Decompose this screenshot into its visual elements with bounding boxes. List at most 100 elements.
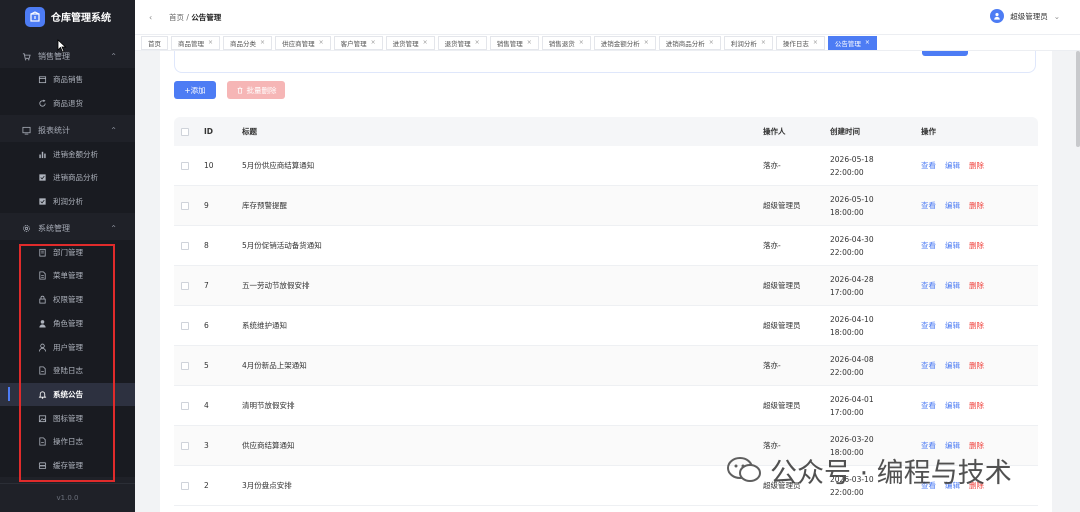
close-icon[interactable]: × <box>865 39 870 46</box>
sidebar-item-label: 部门管理 <box>53 247 83 257</box>
row-checkbox[interactable] <box>181 481 189 490</box>
delete-link[interactable]: 删除 <box>969 360 984 371</box>
tab-products[interactable]: 商品管理 × <box>171 35 221 50</box>
sidebar-item-operation-logs[interactable]: 操作日志 <box>0 429 135 454</box>
cell-title: 系统维护通知 <box>242 321 287 330</box>
row-checkbox[interactable] <box>181 321 189 330</box>
sidebar-item-goods-analysis[interactable]: 进销商品分析 <box>0 166 135 190</box>
close-icon[interactable]: × <box>527 39 532 46</box>
collapse-sidebar-icon[interactable]: ‹ <box>149 13 159 22</box>
view-link[interactable]: 查看 <box>921 400 936 411</box>
app-logo-icon <box>25 6 45 27</box>
close-icon[interactable]: × <box>260 39 265 46</box>
add-button[interactable]: +添加 <box>174 81 216 99</box>
sidebar-item-label: 进销金额分析 <box>53 149 98 159</box>
search-button[interactable] <box>922 51 968 56</box>
row-checkbox[interactable] <box>181 281 189 290</box>
close-icon[interactable]: × <box>371 39 376 46</box>
cell-created-time: 18:00:00 <box>830 327 864 337</box>
close-icon[interactable]: × <box>579 39 584 46</box>
cell-created-date: 2026-05-10 <box>830 194 874 204</box>
sidebar-item-users[interactable]: 用户管理 <box>0 335 135 359</box>
close-icon[interactable]: × <box>423 39 428 46</box>
close-icon[interactable]: × <box>761 39 766 46</box>
sidebar-group-sales[interactable]: 销售管理 ⌃ <box>0 44 135 68</box>
row-checkbox[interactable] <box>181 161 189 170</box>
view-link[interactable]: 查看 <box>921 360 936 371</box>
cell-title: 3月份盘点安排 <box>242 481 292 490</box>
row-checkbox[interactable] <box>181 201 189 210</box>
edit-link[interactable]: 编辑 <box>945 200 960 211</box>
row-checkbox[interactable] <box>181 441 189 450</box>
close-icon[interactable]: × <box>709 39 714 46</box>
tab-announcements[interactable]: 公告管理 × <box>827 35 877 50</box>
sidebar-item-profit-analysis[interactable]: 利润分析 <box>0 189 135 214</box>
sidebar-item-permissions[interactable]: 权限管理 <box>0 287 135 312</box>
delete-link[interactable]: 删除 <box>969 280 984 291</box>
sidebar-item-label: 利润分析 <box>53 197 83 207</box>
building-icon <box>39 248 46 257</box>
tab-purchases[interactable]: 进货管理 × <box>385 35 435 50</box>
delete-link[interactable]: 删除 <box>969 240 984 251</box>
tab-sales[interactable]: 销售管理 × <box>489 35 539 50</box>
sidebar-item-icons[interactable]: 图标管理 <box>0 406 135 430</box>
sidebar-item-login-logs[interactable]: 登陆日志 <box>0 358 135 383</box>
edit-link[interactable]: 编辑 <box>945 160 960 171</box>
view-link[interactable]: 查看 <box>921 200 936 211</box>
edit-link[interactable]: 编辑 <box>945 240 960 251</box>
view-link[interactable]: 查看 <box>921 320 936 331</box>
row-checkbox[interactable] <box>181 401 189 410</box>
tab-sales-returns[interactable]: 销售退货 × <box>541 35 591 50</box>
sidebar-item-cache[interactable]: 缓存管理 <box>0 453 135 478</box>
watermark: 公众号 · 编程与技术 <box>726 450 1056 490</box>
select-all-checkbox[interactable] <box>181 127 189 136</box>
close-icon[interactable]: × <box>813 39 818 46</box>
sidebar-item-announcements[interactable]: 系统公告 <box>0 382 135 407</box>
sidebar-item-product-returns[interactable]: 商品退货 <box>0 91 135 116</box>
sidebar-item-amount-analysis[interactable]: 进销金额分析 <box>0 142 135 167</box>
batch-delete-button[interactable]: 批量删除 <box>227 81 285 99</box>
top-header: ‹ 首页 / 公告管理 超级管理员 ⌄ <box>135 0 1080 35</box>
close-icon[interactable]: × <box>208 39 213 46</box>
close-icon[interactable]: × <box>644 39 649 46</box>
tab-operation-logs[interactable]: 操作日志 × <box>775 35 825 50</box>
brand[interactable]: 仓库管理系统 <box>0 0 135 33</box>
cell-actions: 查看 编辑 删除 <box>921 200 1038 211</box>
cell-created: 2026-04-01 17:00:00 <box>830 393 921 419</box>
view-link[interactable]: 查看 <box>921 280 936 291</box>
cell-created-time: 22:00:00 <box>830 247 864 257</box>
tab-purchase-returns[interactable]: 退货管理 × <box>437 35 487 50</box>
tab-categories[interactable]: 商品分类 × <box>223 35 273 50</box>
tab-suppliers[interactable]: 供应商管理 × <box>275 35 331 50</box>
scrollbar[interactable] <box>1076 51 1080 147</box>
user-menu[interactable]: 超级管理员 ⌄ <box>990 9 1060 23</box>
edit-link[interactable]: 编辑 <box>945 320 960 331</box>
tab-customers[interactable]: 客户管理 × <box>333 35 383 50</box>
delete-link[interactable]: 删除 <box>969 200 984 211</box>
view-link[interactable]: 查看 <box>921 240 936 251</box>
sidebar-group-system[interactable]: 系统管理 ⌃ <box>0 216 135 240</box>
edit-link[interactable]: 编辑 <box>945 400 960 411</box>
edit-link[interactable]: 编辑 <box>945 360 960 371</box>
tab-goods-analysis[interactable]: 进销商品分析 × <box>658 35 721 50</box>
breadcrumb-home[interactable]: 首页 <box>169 13 184 22</box>
sidebar-item-menus[interactable]: 菜单管理 <box>0 264 135 288</box>
tab-amount-analysis[interactable]: 进销金额分析 × <box>593 35 656 50</box>
row-checkbox[interactable] <box>181 361 189 370</box>
cell-created-date: 2026-04-28 <box>830 274 874 284</box>
delete-link[interactable]: 删除 <box>969 320 984 331</box>
edit-link[interactable]: 编辑 <box>945 280 960 291</box>
sidebar-item-departments[interactable]: 部门管理 <box>0 240 135 265</box>
tab-profit-analysis[interactable]: 利润分析 × <box>723 35 773 50</box>
close-icon[interactable]: × <box>319 39 324 46</box>
row-checkbox[interactable] <box>181 241 189 250</box>
close-icon[interactable]: × <box>475 39 480 46</box>
tab-home[interactable]: 首页 <box>141 35 168 50</box>
sidebar-item-roles[interactable]: 角色管理 <box>0 311 135 336</box>
delete-link[interactable]: 删除 <box>969 160 984 171</box>
delete-link[interactable]: 删除 <box>969 400 984 411</box>
sidebar-group-reports[interactable]: 报表统计 ⌃ <box>0 118 135 142</box>
cell-actions: 查看 编辑 删除 <box>921 360 1038 371</box>
view-link[interactable]: 查看 <box>921 160 936 171</box>
sidebar-item-product-sales[interactable]: 商品销售 <box>0 68 135 92</box>
